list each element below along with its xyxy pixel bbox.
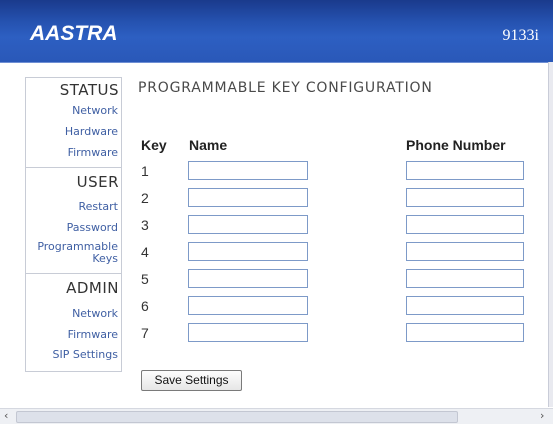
aastra-logo: AASTRA [30,22,118,45]
key-4-name-input[interactable] [188,242,308,261]
key-4-phone-input[interactable] [406,242,524,261]
key-1-phone-input[interactable] [406,161,524,180]
sidebar-link-programmable-keys[interactable]: Programmable Keys [37,241,118,265]
sidebar-link-admin-network[interactable]: Network [72,308,118,320]
sidebar-link-sip-settings[interactable]: SIP Settings [53,349,118,361]
sidebar-heading-user: USER [76,173,119,191]
page-title: PROGRAMMABLE KEY CONFIGURATION [138,80,433,96]
sidebar: STATUS Network Hardware Firmware USER Re… [25,77,122,372]
save-settings-button[interactable]: Save Settings [141,370,242,391]
scroll-left-icon[interactable]: ‹ [4,409,8,423]
sidebar-section-admin: ADMIN Network Firmware SIP Settings [26,273,121,372]
key-3-phone-input[interactable] [406,215,524,234]
horizontal-scrollbar[interactable]: ‹ › [0,408,553,424]
sidebar-section-status: STATUS Network Hardware Firmware [26,78,121,167]
key-2-phone-input[interactable] [406,188,524,207]
sidebar-link-restart[interactable]: Restart [78,201,118,213]
header-bar: AASTRA 9133i [0,0,553,63]
key-number: 2 [141,190,149,206]
model-number: 9133i [502,27,539,44]
vertical-scrollbar[interactable] [548,62,553,407]
key-number: 3 [141,217,149,233]
sidebar-heading-status: STATUS [59,81,119,99]
key-7-name-input[interactable] [188,323,308,342]
sidebar-link-status-network[interactable]: Network [72,105,118,117]
key-6-name-input[interactable] [188,296,308,315]
key-1-name-input[interactable] [188,161,308,180]
key-3-name-input[interactable] [188,215,308,234]
column-header-key: Key [141,137,167,153]
sidebar-link-password[interactable]: Password [67,222,118,234]
sidebar-link-status-firmware[interactable]: Firmware [68,147,118,159]
scroll-right-icon[interactable]: › [540,409,544,423]
key-number: 5 [141,271,149,287]
key-5-name-input[interactable] [188,269,308,288]
key-number: 6 [141,298,149,314]
column-header-phone-number: Phone Number [406,137,506,153]
sidebar-link-admin-firmware[interactable]: Firmware [68,329,118,341]
sidebar-section-user: USER Restart Password Programmable Keys [26,167,121,274]
sidebar-link-status-hardware[interactable]: Hardware [65,126,118,138]
key-number: 4 [141,244,149,260]
scroll-thumb[interactable] [16,411,458,423]
key-7-phone-input[interactable] [406,323,524,342]
sidebar-link-programmable-keys-line2: Keys [92,252,118,265]
column-header-name: Name [189,137,228,153]
sidebar-heading-admin: ADMIN [66,279,119,297]
key-6-phone-input[interactable] [406,296,524,315]
key-5-phone-input[interactable] [406,269,524,288]
key-number: 7 [141,325,149,341]
key-2-name-input[interactable] [188,188,308,207]
key-number: 1 [141,163,149,179]
